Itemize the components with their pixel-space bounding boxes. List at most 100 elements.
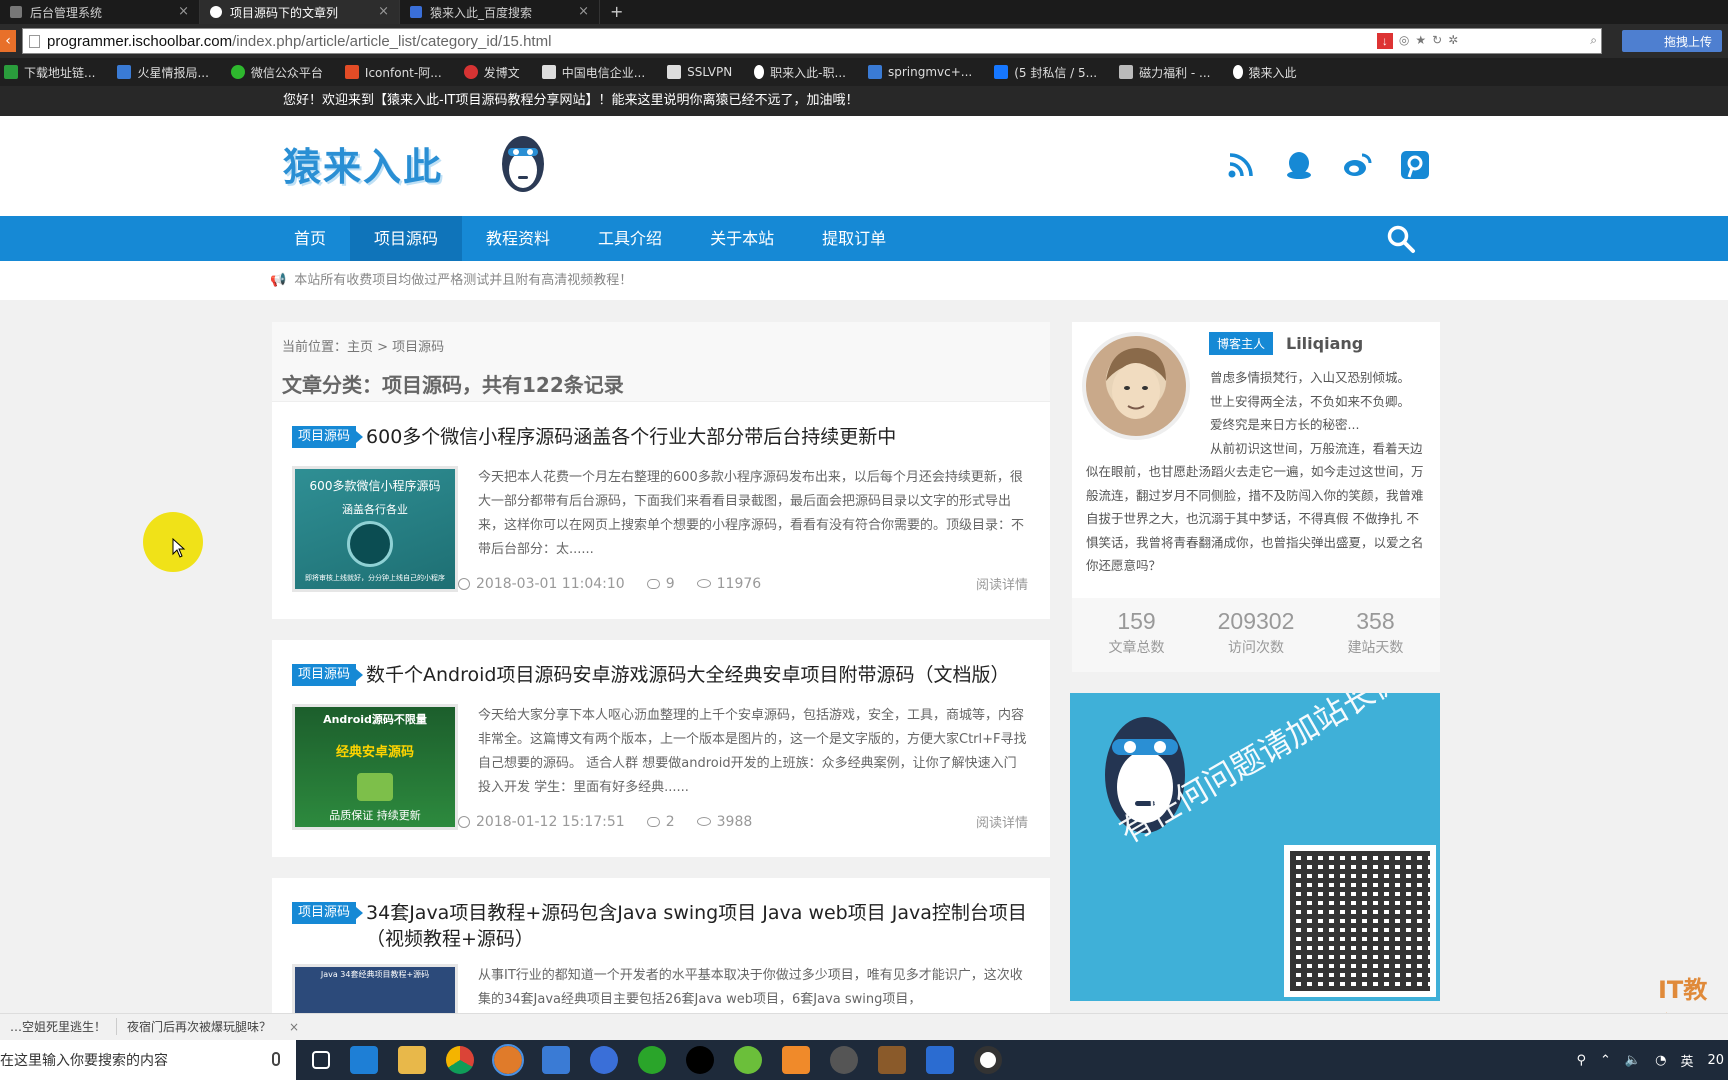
wps-icon[interactable] [926,1046,954,1074]
close-icon[interactable]: × [289,1020,299,1034]
app-green-icon[interactable] [638,1046,666,1074]
read-more-link[interactable]: 阅读详情 [976,812,1028,831]
post-date: 2018-01-12 15:17:51 [458,814,625,830]
tab-article-list[interactable]: 项目源码下的文章列 × [200,0,400,24]
close-icon[interactable]: × [578,4,589,19]
record-icon[interactable] [974,1046,1002,1074]
page-icon [541,65,556,79]
tab-baidu[interactable]: 猿来入此_百度搜索 × [400,0,600,24]
nav-tools[interactable]: 工具介绍 [574,216,686,261]
refresh-icon[interactable]: ↻ [1432,33,1442,49]
bookmark[interactable]: springmvc+... [867,65,972,79]
paw-icon[interactable]: ✲ [1448,33,1458,49]
pinterest-icon[interactable] [1400,150,1430,180]
edge-icon[interactable] [350,1046,378,1074]
wechat-icon[interactable] [734,1046,762,1074]
read-more-link[interactable]: 阅读详情 [976,574,1028,593]
bookmark[interactable]: SSLVPN [667,65,732,79]
nav-orders[interactable]: 提取订单 [798,216,910,261]
article-thumbnail[interactable]: Android源码不限量 经典安卓源码 品质保证 持续更新 [292,704,458,830]
weibo-icon[interactable] [1342,150,1372,180]
language-indicator[interactable]: 英 [1680,1051,1693,1070]
thumbnail-subtitle: 经典安卓源码 [335,745,414,760]
file-explorer-icon[interactable] [398,1046,426,1074]
stat-number: 358 [1356,608,1395,634]
url-input[interactable]: programmer.ischoolbar.com/index.php/arti… [22,28,1602,54]
close-icon[interactable]: × [378,4,389,19]
star-icon[interactable]: ★ [1415,33,1426,49]
news-item[interactable]: …空姐死里逃生！ [0,1018,118,1035]
game-icon[interactable] [878,1046,906,1074]
eclipse-icon[interactable] [830,1046,858,1074]
category-tag[interactable]: 项目源码 [292,664,364,686]
wechat-banner[interactable]: 有任何问题请加站长微信 [1070,693,1440,1001]
article-title[interactable]: 数千个Android项目源码安卓游戏源码大全经典安卓项目附带源码（文档版） [366,662,1009,688]
sublime-icon[interactable] [782,1046,810,1074]
microphone-icon[interactable] [272,1052,280,1066]
bookmark[interactable]: 磁力福利 - ... [1119,64,1211,81]
clock-icon [458,815,470,828]
bookmark[interactable]: 下载地址链... [4,64,95,81]
search-icon[interactable]: ⌕ [1590,33,1597,49]
qq-icon[interactable] [1284,150,1314,180]
download-icon[interactable]: ↓ [1376,33,1393,49]
page-icon [29,35,40,48]
bookmark[interactable]: Iconfont-阿... [344,64,442,81]
new-tab-button[interactable]: + [600,0,633,24]
bookmark[interactable]: (5 封私信 / 5... [994,64,1097,81]
nav-about[interactable]: 关于本站 [686,216,798,261]
tab-label: 猿来入此_百度搜索 [430,5,533,20]
page-icon [10,6,22,18]
bookmark[interactable]: 职来入此-职... [754,64,846,81]
author-bio: 曾虑多情损梵行，入山又恐别倾城。 世上安得两全法，不负如来不负卿。 爱终究是来日… [1086,366,1430,578]
category-tag[interactable]: 项目源码 [292,902,364,924]
article-thumbnail[interactable]: Java 34套经典项目教程+源码 [292,964,458,1013]
article-list-column: 当前位置：主页 > 项目源码 文章分类：项目源码，共有122条记录 项目源码 6… [272,322,1050,1013]
compat-icon[interactable]: ◎ [1399,33,1409,49]
nav-home[interactable]: 首页 [270,216,350,261]
site-logo[interactable]: 猿来入此 [283,136,443,191]
network-icon[interactable]: ◔ [1655,1053,1666,1068]
baidu-netdisk-icon[interactable] [590,1046,618,1074]
browser-tab-bar: 后台管理系统 × 项目源码下的文章列 × 猿来入此_百度搜索 × + [0,0,1728,24]
search-icon[interactable] [1386,224,1416,254]
browser-active-icon[interactable] [492,1044,524,1076]
rss-icon[interactable] [1226,150,1256,180]
tab-admin[interactable]: 后台管理系统 × [0,0,200,24]
article-title[interactable]: 34套Java项目教程+源码包含Java swing项目 Java web项目 … [366,900,1030,952]
bookmark[interactable]: 微信公众平台 [230,64,323,81]
upload-button[interactable]: 拖拽上传 [1622,30,1722,52]
article-meta: 2018-03-01 11:04:10 9 11976 阅读详情 [458,574,1028,593]
bookmark[interactable]: 猿来入此 [1232,64,1297,81]
bookmark[interactable]: 发博文 [463,64,520,81]
article-thumbnail[interactable]: 600多款微信小程序源码 涵盖各行各业 即将审核上线就好，分分钟上线自己的小程序 [292,466,458,592]
bookmark[interactable]: 中国电信企业... [541,64,645,81]
people-icon[interactable]: ⚲ [1576,1053,1586,1068]
thumbnail-title: Android源码不限量 [323,713,427,726]
nav-tutorials[interactable]: 教程资料 [462,216,574,261]
chevron-up-icon[interactable]: ⌃ [1600,1053,1611,1068]
volume-icon[interactable]: 🔈 [1625,1053,1641,1068]
chrome-icon[interactable] [446,1046,474,1074]
store-icon[interactable] [542,1046,570,1074]
article-title-row: 项目源码 34套Java项目教程+源码包含Java swing项目 Java w… [292,900,1030,952]
breadcrumb[interactable]: 当前位置：主页 > 项目源码 [282,336,1040,355]
category-tag[interactable]: 项目源码 [292,426,364,448]
article-title-row: 项目源码 600多个微信小程序源码涵盖各个行业大部分带后台持续更新中 [292,424,1030,450]
nav-source-code[interactable]: 项目源码 [350,216,463,261]
task-view-icon[interactable] [312,1051,330,1069]
clock[interactable]: 20 [1707,1053,1724,1068]
close-icon[interactable]: × [178,4,189,19]
main-nav: 首页 项目源码 教程资料 工具介绍 关于本站 提取订单 [0,216,1728,261]
eye-icon [696,817,711,826]
news-item[interactable]: 夜宿门后再次被爆玩腿味？ [117,1018,281,1035]
search-engine-box[interactable] [1464,33,1584,49]
article-title[interactable]: 600多个微信小程序源码涵盖各个行业大部分带后台持续更新中 [366,424,896,450]
qq-icon[interactable] [686,1046,714,1074]
bookmark[interactable]: 火星情报局... [117,64,209,81]
taskbar-apps [312,1044,1002,1076]
monkey-logo-icon [502,136,544,192]
weibo-icon [463,65,478,79]
taskbar-search-input[interactable]: 在这里输入你要搜索的内容 [0,1040,296,1080]
back-button[interactable]: ‹ [0,30,16,52]
